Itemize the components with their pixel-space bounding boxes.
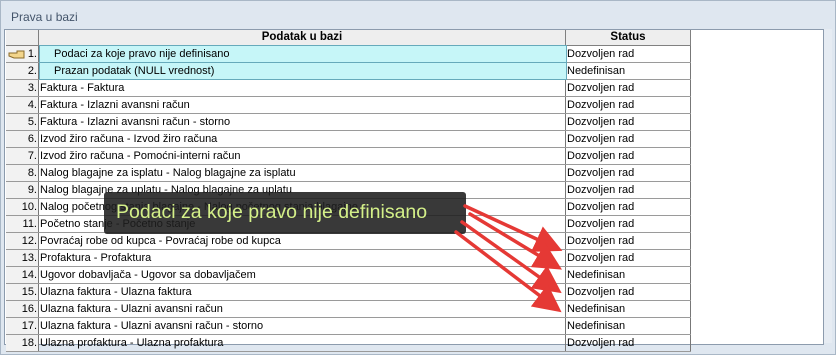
table-row[interactable]: 6. Izvod žiro računa - Izvod žiro računa D… [6, 131, 691, 148]
status-cell[interactable]: Dozvoljen rad [566, 335, 691, 351]
table-row[interactable]: 16. Ulazna faktura - Ulazni avansni račun… [6, 301, 691, 318]
status-cell[interactable]: Nedefinisan [566, 301, 691, 317]
tooltip-text: Podaci za koje pravo nije definisano [116, 201, 428, 223]
status-cell[interactable]: Dozvoljen rad [566, 182, 691, 198]
row-number[interactable]: 8. [6, 165, 39, 181]
row-number[interactable]: 11. [6, 216, 39, 232]
status-cell[interactable]: Dozvoljen rad [566, 148, 691, 164]
data-cell[interactable]: Ulazna faktura - Ulazni avansni račun [39, 301, 566, 317]
data-cell[interactable]: Ulazna profaktura - Ulazna profaktura [39, 335, 566, 351]
data-cell[interactable]: Faktura - Faktura [39, 80, 566, 96]
data-cell[interactable]: Izvod žiro računa - Pomoćni-interni raču… [39, 148, 566, 164]
data-cell[interactable]: Izvod žiro računa - Izvod žiro računa [39, 131, 566, 147]
table-row[interactable]: 4. Faktura - Izlazni avansni račun Dozvolj… [6, 97, 691, 114]
status-cell[interactable]: Dozvoljen rad [566, 46, 691, 62]
status-cell[interactable]: Dozvoljen rad [566, 284, 691, 300]
data-cell[interactable]: Povraćaj robe od kupca - Povraćaj robe o… [39, 233, 566, 249]
table-row[interactable]: 14. Ugovor dobavljača - Ugovor sa dobavlj… [6, 267, 691, 284]
table-row[interactable]: 18. Ulazna profaktura - Ulazna profaktura… [6, 335, 691, 352]
table-row[interactable]: 3. Faktura - Faktura Dozvoljen rad [6, 80, 691, 97]
table-row[interactable]: 17. Ulazna faktura - Ulazni avansni račun… [6, 318, 691, 335]
data-cell[interactable]: Profaktura - Profaktura [39, 250, 566, 266]
status-cell[interactable]: Dozvoljen rad [566, 233, 691, 249]
row-number[interactable]: 12. [6, 233, 39, 249]
table-row[interactable]: 12. Povraćaj robe od kupca - Povraćaj rob… [6, 233, 691, 250]
data-cell[interactable]: Faktura - Izlazni avansni račun - storno [39, 114, 566, 130]
row-number[interactable]: 13. [6, 250, 39, 266]
row-number[interactable]: 18. [6, 335, 39, 351]
data-cell[interactable]: Prazan podatak (NULL vrednost) [39, 62, 567, 80]
row-number[interactable]: 15. [6, 284, 39, 300]
window-title: Prava u bazi [11, 10, 78, 24]
status-cell[interactable]: Dozvoljen rad [566, 165, 691, 181]
data-cell[interactable]: Faktura - Izlazni avansni račun [39, 97, 566, 113]
row-number[interactable]: 4. [6, 97, 39, 113]
status-cell[interactable]: Dozvoljen rad [566, 114, 691, 130]
status-cell[interactable]: Dozvoljen rad [566, 216, 691, 232]
row-number[interactable]: 6. [6, 131, 39, 147]
status-cell[interactable]: Nedefinisan [566, 318, 691, 334]
column-header-data[interactable]: Podatak u bazi [39, 30, 566, 45]
table-row[interactable]: 13. Profaktura - Profaktura Dozvoljen rad [6, 250, 691, 267]
data-cell[interactable]: Nalog blagajne za isplatu - Nalog blagaj… [39, 165, 566, 181]
row-number[interactable]: 17. [6, 318, 39, 334]
status-cell[interactable]: Dozvoljen rad [566, 80, 691, 96]
table-row[interactable]: 8. Nalog blagajne za isplatu - Nalog blag… [6, 165, 691, 182]
table-row[interactable]: 5. Faktura - Izlazni avansni račun - stor… [6, 114, 691, 131]
grid-right-strip [824, 29, 832, 343]
row-number[interactable]: 14. [6, 267, 39, 283]
status-cell[interactable]: Dozvoljen rad [566, 199, 691, 215]
column-header-status[interactable]: Status [566, 30, 691, 45]
row-number[interactable]: 3. [6, 80, 39, 96]
status-cell[interactable]: Dozvoljen rad [566, 97, 691, 113]
data-cell[interactable]: Ulazna faktura - Ulazni avansni račun - … [39, 318, 566, 334]
tooltip: Podaci za koje pravo nije definisano [104, 192, 466, 234]
row-number[interactable]: 2. [6, 63, 39, 79]
data-cell[interactable]: Podaci za koje pravo nije definisano [39, 45, 567, 63]
row-number[interactable]: 10. [6, 199, 39, 215]
row-number[interactable]: 9. [6, 182, 39, 198]
data-cell[interactable]: Ugovor dobavljača - Ugovor sa dobavljače… [39, 267, 566, 283]
data-cell[interactable]: Ulazna faktura - Ulazna faktura [39, 284, 566, 300]
grid-header: Podatak u bazi Status [6, 30, 691, 46]
pointing-hand-icon [8, 50, 25, 59]
table-row[interactable]: 7. Izvod žiro računa - Pomoćni-interni ra… [6, 148, 691, 165]
table-row[interactable]: 15. Ulazna faktura - Ulazna faktura Dozvol… [6, 284, 691, 301]
row-number[interactable]: 5. [6, 114, 39, 130]
status-cell[interactable]: Dozvoljen rad [566, 250, 691, 266]
status-cell[interactable]: Nedefinisan [566, 267, 691, 283]
row-selector-header [6, 30, 39, 45]
status-cell[interactable]: Dozvoljen rad [566, 131, 691, 147]
table-row[interactable]: 2. Prazan podatak (NULL vrednost) Nedefini… [6, 62, 691, 80]
status-cell[interactable]: Nedefinisan [566, 63, 691, 79]
row-number[interactable]: 7. [6, 148, 39, 164]
row-number[interactable]: 16. [6, 301, 39, 317]
table-row[interactable]: 1. Podaci za koje pravo nije definisano Do… [6, 45, 691, 63]
